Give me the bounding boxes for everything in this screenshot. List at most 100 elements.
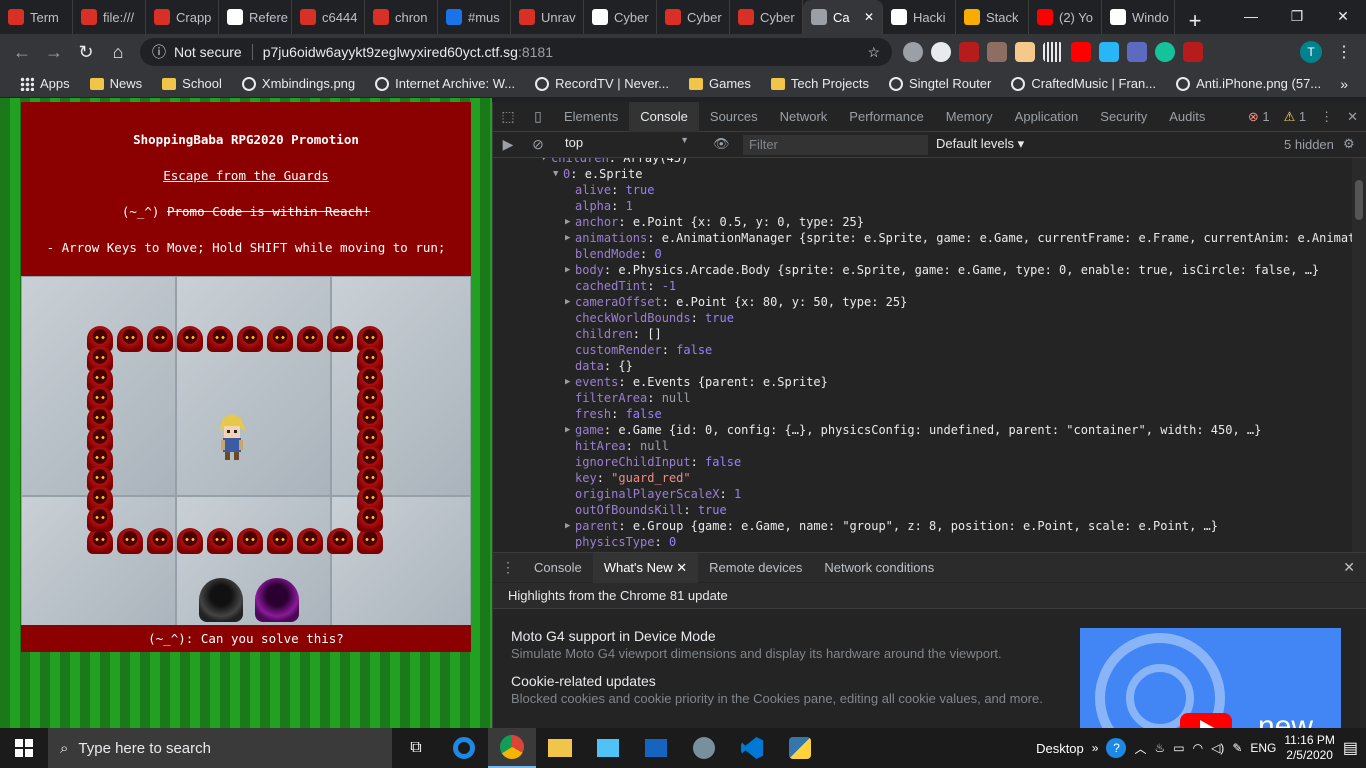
task-view-icon[interactable]: ⧉: [392, 728, 440, 768]
browser-tab[interactable]: Term: [0, 0, 73, 34]
warning-count[interactable]: ⚠ 1: [1284, 109, 1307, 125]
console-property-row[interactable]: filterArea: null: [493, 390, 1353, 406]
console-property-row[interactable]: outOfBoundsKill: true: [493, 502, 1353, 518]
extension-hackbar-icon[interactable]: [1183, 42, 1203, 62]
help-icon[interactable]: ?: [1106, 738, 1127, 758]
expand-right-icon[interactable]: ▶: [565, 262, 570, 278]
extension-ublock-icon[interactable]: [959, 42, 979, 62]
extension-mask-icon[interactable]: [931, 42, 951, 62]
browser-tab[interactable]: #mus: [438, 0, 511, 34]
expand-down-icon[interactable]: ▼: [553, 166, 558, 182]
console-property-row[interactable]: checkWorldBounds: true: [493, 310, 1353, 326]
console-property-row[interactable]: ▶ cameraOffset: e.Point {x: 80, y: 50, ty…: [493, 294, 1353, 310]
console-property-row[interactable]: ▶ events: e.Events {parent: e.Sprite}: [493, 374, 1353, 390]
browser-tab[interactable]: Cyber: [657, 0, 730, 34]
bookmark-item[interactable]: Xmbindings.png: [234, 76, 363, 91]
expand-right-icon[interactable]: ▶: [565, 422, 570, 438]
console-property-row[interactable]: ▶ game: e.Game {id: 0, config: {…}, physi…: [493, 422, 1353, 438]
back-icon[interactable]: ←: [6, 36, 38, 68]
new-tab-button[interactable]: +: [1175, 8, 1215, 34]
console-property-row[interactable]: alive: true: [493, 182, 1353, 198]
volume-icon[interactable]: ◁): [1211, 741, 1224, 755]
drawer-menu-icon[interactable]: ⋮: [493, 553, 523, 583]
extension-face-icon[interactable]: [1015, 42, 1035, 62]
browser-tab[interactable]: Cyber: [584, 0, 657, 34]
console-property-row[interactable]: originalPlayerScaleX: 1: [493, 486, 1353, 502]
browser-tab[interactable]: Ca ✕: [803, 0, 883, 34]
desktop-label[interactable]: Desktop: [1036, 741, 1084, 756]
steam-icon[interactable]: ♨: [1154, 741, 1165, 755]
pen-icon[interactable]: ✎: [1232, 741, 1242, 755]
expand-down-icon[interactable]: ▼: [541, 158, 546, 166]
error-count[interactable]: ⊗ 1: [1248, 109, 1270, 125]
console-scrollbar[interactable]: [1352, 158, 1366, 552]
browser-tab[interactable]: c6444: [292, 0, 365, 34]
console-property-row[interactable]: data: {}: [493, 358, 1353, 374]
chrome-taskbar-icon[interactable]: [488, 728, 536, 768]
console-output[interactable]: ▼ children: Array(45) ▼ 0: e.Sprite alive: t…: [493, 158, 1353, 552]
expand-right-icon[interactable]: ▶: [565, 294, 570, 310]
console-property-row[interactable]: key: "guard_red": [493, 470, 1353, 486]
browser-tab[interactable]: Cyber: [730, 0, 803, 34]
drawer-tab-close-icon[interactable]: ✕: [673, 560, 687, 575]
console-property-row[interactable]: children: []: [493, 326, 1353, 342]
bookmark-star-icon[interactable]: ☆: [867, 44, 880, 61]
battery-icon[interactable]: ▭: [1173, 741, 1184, 755]
console-property-row[interactable]: hitArea: null: [493, 438, 1353, 454]
bookmark-item[interactable]: Singtel Router: [881, 76, 999, 91]
browser-tab[interactable]: file:///: [73, 0, 146, 34]
devtools-tab-elements[interactable]: Elements: [553, 102, 629, 132]
inspect-element-icon[interactable]: ⬚: [493, 102, 523, 132]
minimize-button[interactable]: —: [1228, 0, 1274, 32]
context-selector[interactable]: top: [563, 135, 693, 155]
forward-icon[interactable]: →: [38, 36, 70, 68]
browser-tab[interactable]: Stack: [956, 0, 1029, 34]
browser-tab[interactable]: Windo: [1102, 0, 1175, 34]
python-icon[interactable]: [776, 728, 824, 768]
console-property-row[interactable]: physicsType: 0: [493, 534, 1353, 550]
windows-start-icon[interactable]: [0, 728, 48, 768]
drawer-tab[interactable]: Network conditions: [813, 553, 945, 583]
devtools-tab-network[interactable]: Network: [769, 102, 839, 132]
console-property-row[interactable]: cachedTint: -1: [493, 278, 1353, 294]
console-property-row[interactable]: ▶ parent: e.Group {game: e.Game, name: "g…: [493, 518, 1353, 534]
console-property-row[interactable]: ▶ anchor: e.Point {x: 0.5, y: 0, type: 25…: [493, 214, 1353, 230]
expand-right-icon[interactable]: ▶: [565, 230, 570, 246]
drawer-close-icon[interactable]: ✕: [1343, 559, 1355, 576]
show-hidden-icons[interactable]: ︿: [1134, 740, 1146, 757]
expand-right-icon[interactable]: ▶: [565, 214, 570, 230]
language-indicator[interactable]: ENG: [1250, 741, 1276, 755]
bookmark-item[interactable]: RecordTV | Never...: [527, 76, 677, 91]
powershell-icon[interactable]: [632, 728, 680, 768]
drawer-tab[interactable]: Remote devices: [698, 553, 813, 583]
devtools-tab-sources[interactable]: Sources: [699, 102, 769, 132]
device-toolbar-icon[interactable]: ▯: [523, 102, 553, 132]
whats-new-video-thumbnail[interactable]: new: [1080, 628, 1341, 728]
console-property-row[interactable]: customRender: false: [493, 342, 1353, 358]
maximize-button[interactable]: ❐: [1274, 0, 1320, 32]
bookmark-item[interactable]: Anti.iPhone.png (57...: [1168, 76, 1329, 91]
extension-youtube-icon[interactable]: [1071, 42, 1091, 62]
drawer-tab[interactable]: Console: [523, 553, 593, 583]
expand-right-icon[interactable]: ▶: [565, 374, 570, 390]
console-property-row[interactable]: blendMode: 0: [493, 246, 1353, 262]
chevron-icon[interactable]: »: [1092, 741, 1099, 755]
bookmark-item[interactable]: Tech Projects: [763, 76, 877, 91]
bookmark-item[interactable]: Internet Archive: W...: [367, 76, 523, 91]
app-globe-icon[interactable]: [680, 728, 728, 768]
devtools-tab-security[interactable]: Security: [1089, 102, 1158, 132]
log-levels-dropdown[interactable]: Default levels ▾: [936, 136, 1024, 152]
expand-right-icon[interactable]: ▶: [565, 518, 570, 534]
extension-tampermonkey-icon[interactable]: [987, 42, 1007, 62]
console-settings-icon[interactable]: ⚙: [1343, 136, 1355, 152]
chrome-menu-icon[interactable]: ⋮: [1336, 42, 1352, 62]
extension-barcode-icon[interactable]: [1043, 42, 1063, 62]
browser-tab[interactable]: Unrav: [511, 0, 584, 34]
notifications-icon[interactable]: ▤: [1343, 738, 1358, 758]
reload-icon[interactable]: ↻: [70, 36, 102, 68]
console-property-row[interactable]: ▶ animations: e.AnimationManager {sprite:…: [493, 230, 1353, 246]
game-canvas[interactable]: [21, 276, 471, 625]
whats-new-item[interactable]: Cookie-related updates Blocked cookies a…: [511, 673, 1051, 706]
devtools-close-icon[interactable]: ✕: [1347, 109, 1358, 125]
devtools-tab-audits[interactable]: Audits: [1158, 102, 1216, 132]
